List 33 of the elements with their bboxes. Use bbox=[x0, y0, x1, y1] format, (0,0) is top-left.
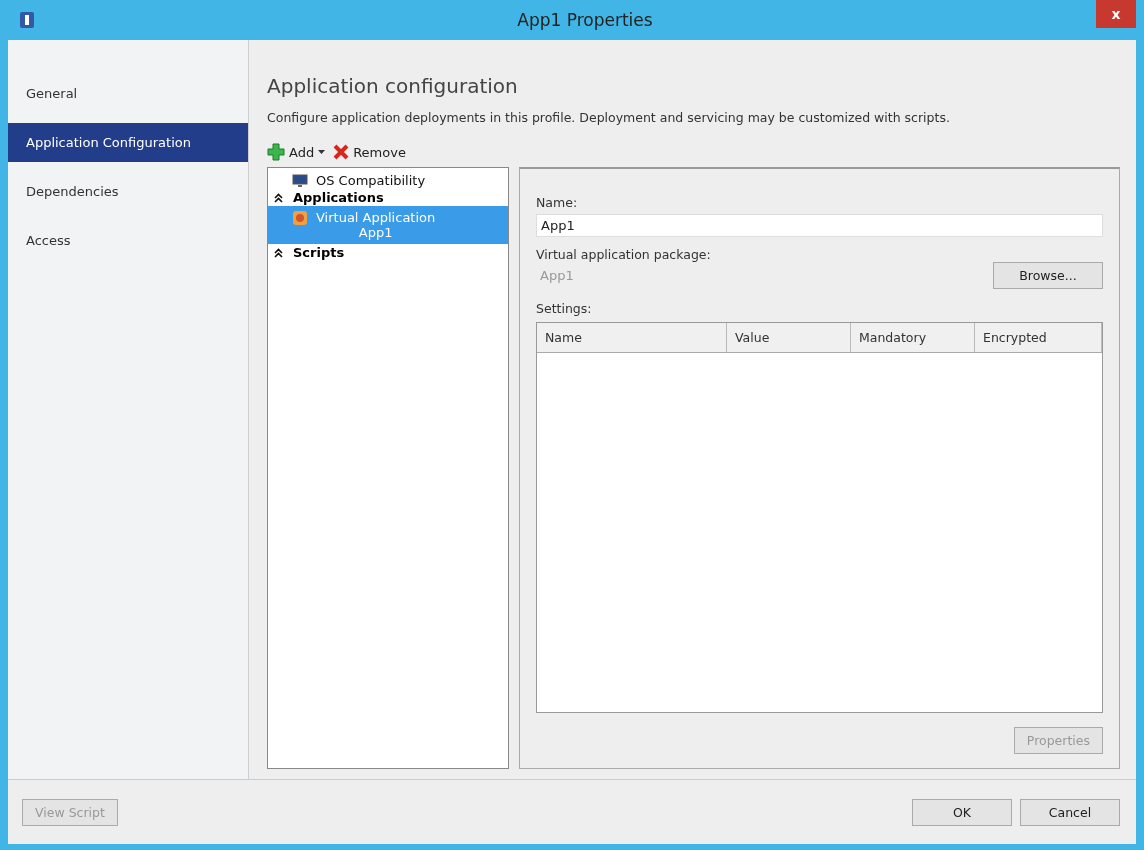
field-label: Virtual application package: bbox=[536, 247, 712, 262]
column-header[interactable]: Encrypted bbox=[975, 323, 1102, 352]
caret-icon bbox=[318, 150, 326, 154]
plus-icon bbox=[267, 143, 285, 161]
app-icon bbox=[20, 12, 34, 28]
package-icon bbox=[292, 210, 308, 226]
window-title: App1 Properties bbox=[517, 10, 653, 30]
close-button[interactable]: x bbox=[1096, 0, 1136, 28]
tree-group[interactable]: Scripts bbox=[293, 245, 345, 260]
sidebar-item[interactable]: Dependencies bbox=[8, 172, 248, 211]
collapse-icon[interactable] bbox=[274, 247, 283, 258]
tree-group[interactable]: Applications bbox=[293, 190, 384, 205]
column-header[interactable]: Value bbox=[727, 323, 851, 352]
field-label: Settings: bbox=[536, 301, 593, 316]
add-button[interactable]: Add bbox=[267, 143, 326, 161]
column-header[interactable]: Mandatory bbox=[851, 323, 975, 352]
description-text: Configure application deployments in this profile. Deployment and servicing may be customized with scripts. bbox=[267, 110, 951, 125]
sidebar-item[interactable]: Access bbox=[8, 221, 248, 260]
browse-button[interactable]: Browse... bbox=[993, 262, 1103, 289]
monitor-icon bbox=[292, 173, 308, 188]
page-heading: Application configuration bbox=[267, 74, 519, 98]
delete-icon bbox=[333, 144, 350, 160]
field-label: Name: bbox=[536, 195, 579, 210]
collapse-icon[interactable] bbox=[274, 192, 283, 203]
column-header[interactable]: Name bbox=[537, 323, 727, 352]
remove-button[interactable]: Remove bbox=[333, 144, 406, 160]
tree-item[interactable]: OS Compatibility bbox=[316, 173, 426, 188]
sidebar-item[interactable]: Application Configuration bbox=[8, 123, 248, 162]
name-field[interactable]: App1 bbox=[536, 214, 1103, 237]
sidebar-item[interactable]: General bbox=[8, 74, 248, 113]
dialog-button[interactable]: OK bbox=[912, 798, 1012, 826]
package-value: App1 bbox=[539, 267, 575, 285]
dialog-button[interactable]: Cancel bbox=[1020, 798, 1120, 826]
